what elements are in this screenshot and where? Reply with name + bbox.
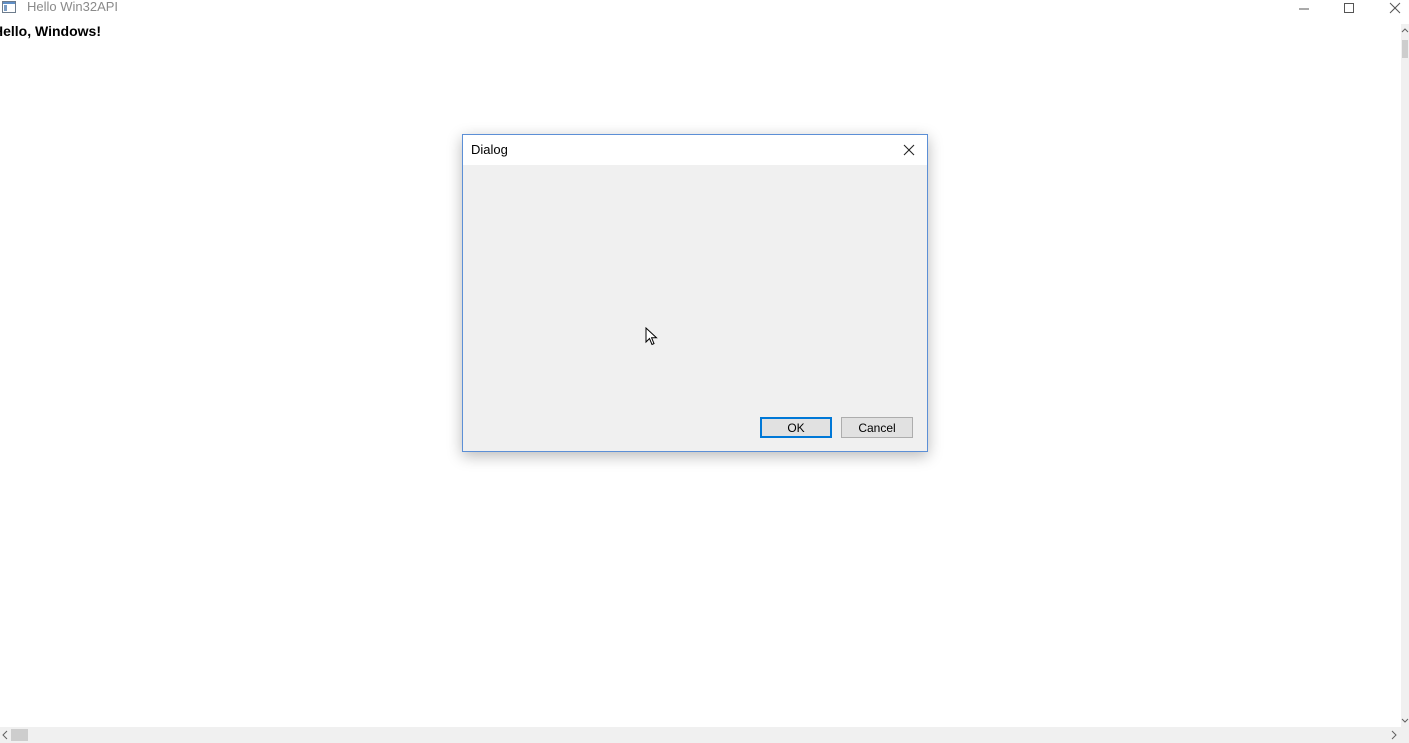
scrollbar-corner: [1401, 727, 1409, 743]
scroll-down-button[interactable]: [1401, 715, 1409, 727]
dialog-close-button[interactable]: [899, 141, 919, 159]
vertical-scroll-thumb[interactable]: [1402, 40, 1408, 58]
title-bar[interactable]: Hello Win32API: [0, 0, 1409, 16]
horizontal-scroll-thumb[interactable]: [11, 729, 28, 741]
chevron-down-icon: [1401, 718, 1409, 723]
minimize-button[interactable]: [1281, 0, 1327, 16]
dialog-title-bar[interactable]: Dialog: [463, 135, 927, 165]
mouse-pointer-icon: [645, 327, 658, 346]
horizontal-scrollbar[interactable]: [0, 727, 1401, 743]
close-icon: [1389, 2, 1401, 14]
window-title: Hello Win32API: [27, 0, 119, 14]
scroll-right-button[interactable]: [1387, 727, 1401, 743]
vertical-scrollbar[interactable]: [1401, 24, 1409, 727]
close-button[interactable]: [1372, 0, 1409, 16]
dialog-title: Dialog: [471, 142, 508, 157]
close-icon: [903, 144, 915, 156]
chevron-up-icon: [1401, 28, 1409, 33]
maximize-button[interactable]: [1326, 0, 1372, 16]
scroll-left-button[interactable]: [0, 727, 10, 743]
dialog-window: Dialog OK Cancel: [462, 134, 928, 452]
cancel-button[interactable]: Cancel: [841, 417, 913, 438]
scroll-up-button[interactable]: [1401, 24, 1409, 36]
maximize-icon: [1344, 3, 1354, 13]
ok-button[interactable]: OK: [760, 417, 832, 438]
main-window: Hello Win32API Hello, Windows! Dialog OK…: [0, 0, 1409, 743]
chevron-right-icon: [1391, 730, 1397, 740]
hello-text: Hello, Windows!: [0, 23, 101, 39]
minimize-icon: [1299, 8, 1309, 10]
app-window-icon[interactable]: [2, 0, 16, 13]
chevron-left-icon: [2, 730, 8, 740]
